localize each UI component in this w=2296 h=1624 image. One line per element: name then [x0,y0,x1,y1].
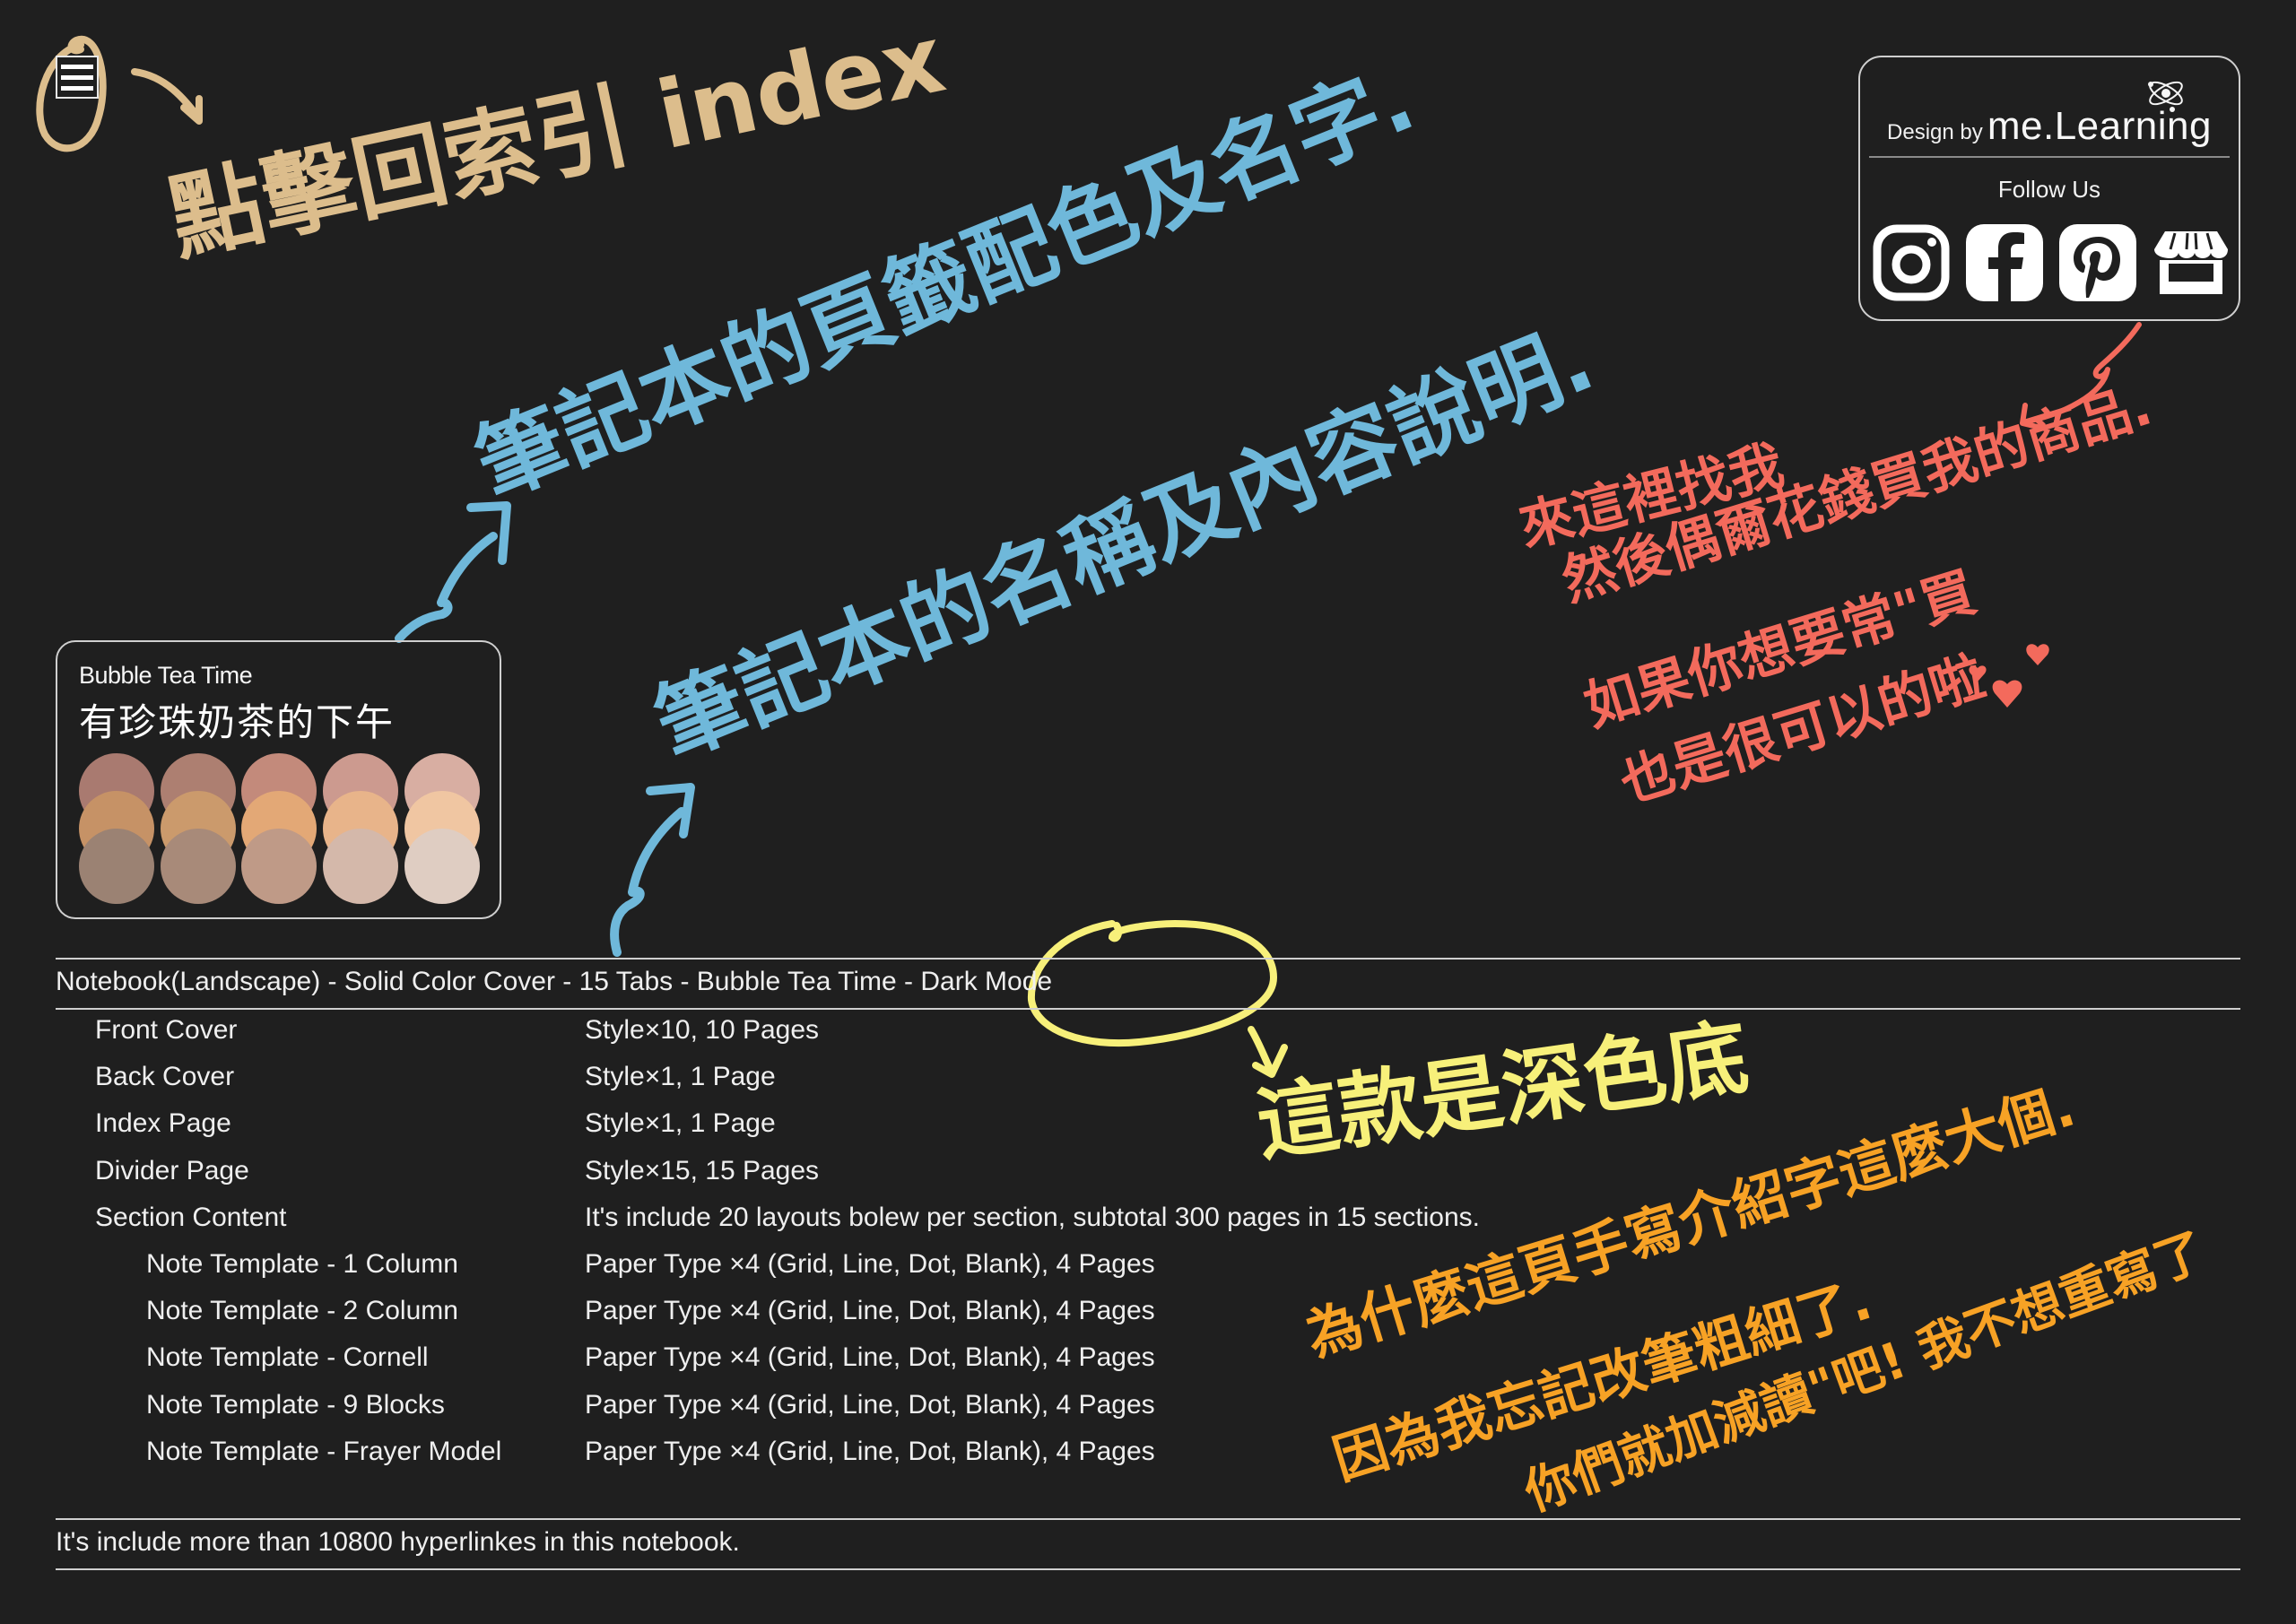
spec-row-label: Section Content [95,1203,287,1232]
hyperlink-count-note: It's include more than 10800 hyperlinkes… [56,1527,740,1557]
brand-divider [1869,156,2230,158]
tan-arrow-stroke [131,68,203,125]
pinterest-icon[interactable] [2059,224,2136,301]
footer-top-rule [56,1518,2240,1520]
social-links [1873,224,2230,301]
hamburger-line [61,85,93,91]
spec-row-label: Note Template - Cornell [146,1342,429,1372]
spec-row-label: Back Cover [95,1062,235,1091]
heart-icon [2026,644,2049,665]
brand-name: me.Learning [1987,104,2212,148]
spec-row-value: Paper Type ×4 (Grid, Line, Dot, Blank), … [585,1249,1155,1279]
palette-card: Bubble Tea Time 有珍珠奶茶的下午 [56,640,501,919]
spec-row-label: Note Template - Frayer Model [146,1437,502,1466]
spec-row-value: Style×10, 10 Pages [585,1015,820,1045]
table-title-rule [56,1008,2240,1010]
instagram-icon[interactable] [1873,224,1950,301]
facebook-icon[interactable] [1966,224,2043,301]
spec-row-value: Paper Type ×4 (Grid, Line, Dot, Blank), … [585,1390,1155,1420]
heart-icon [1992,680,2022,708]
yellow-circle-stroke [1027,919,1278,1047]
brand-line: Design by me.Learning [1860,104,2239,149]
color-swatch [241,829,317,904]
design-by-label: Design by [1887,120,1983,144]
palette-title-zh: 有珍珠奶茶的下午 [79,700,396,744]
brand-card: Design by me.Learning Follow Us [1858,56,2240,321]
hamburger-line [61,74,93,80]
spec-row-label: Index Page [95,1108,231,1138]
palette-swatches [79,753,491,915]
spec-row-value: Style×1, 1 Page [585,1062,776,1091]
spec-row-value: Paper Type ×4 (Grid, Line, Dot, Blank), … [585,1342,1155,1372]
hamburger-line [61,64,93,69]
spec-row-value: Style×1, 1 Page [585,1108,776,1138]
follow-us-label: Follow Us [1997,176,2101,203]
spec-row-label: Note Template - 1 Column [146,1249,458,1279]
annotation-dark-mode: 這款是深色底 [1250,1009,1754,1174]
spec-row-label: Note Template - 9 Blocks [146,1390,445,1420]
color-swatch [161,829,236,904]
spec-row-value: Paper Type ×4 (Grid, Line, Dot, Blank), … [585,1437,1155,1466]
footer-bottom-rule [56,1568,2240,1570]
storefront-icon[interactable] [2152,224,2230,301]
spec-row-label: Divider Page [95,1156,249,1185]
table-top-rule [56,958,2240,960]
color-swatch [79,829,154,904]
palette-title-en: Bubble Tea Time [79,662,253,689]
spec-row-value: Style×15, 15 Pages [585,1156,820,1185]
index-menu-button[interactable] [56,56,99,99]
spec-row-label: Note Template - 2 Column [146,1296,458,1325]
color-swatch [404,829,480,904]
spec-row-value: It's include 20 layouts bolew per sectio… [585,1203,1481,1232]
blue-arrow-2-stroke [610,783,695,957]
notebook-title: Notebook(Landscape) - Solid Color Cover … [56,967,1053,996]
spec-row-value: Paper Type ×4 (Grid, Line, Dot, Blank), … [585,1296,1155,1325]
annotation-index: 點擊回索引 index [160,4,953,275]
color-swatch [323,829,398,904]
blue-arrow-1-stroke [395,501,511,643]
spec-row-label: Front Cover [95,1015,238,1045]
